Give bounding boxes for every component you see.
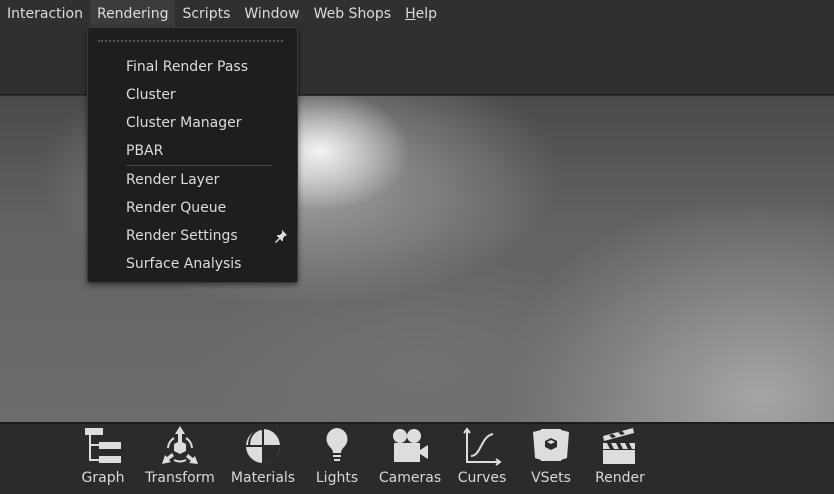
bottom-toolbar: Graph Transform Materials Lights Cameras…	[0, 422, 834, 494]
rendering-dropdown-menu: Final Render Pass Cluster Cluster Manage…	[87, 27, 298, 283]
menu-web-shops[interactable]: Web Shops	[307, 0, 398, 28]
menu-item-final-render-pass[interactable]: Final Render Pass	[126, 53, 286, 81]
tool-label: Transform	[145, 470, 215, 486]
tool-cameras[interactable]: Cameras	[370, 426, 450, 486]
menu-item-render-layer[interactable]: Render Layer	[126, 166, 286, 194]
lightbulb-icon	[326, 428, 348, 461]
tool-label: Render	[595, 470, 645, 486]
tear-off-handle[interactable]	[98, 40, 283, 42]
tool-lights[interactable]: Lights	[297, 426, 377, 486]
menu-interaction[interactable]: Interaction	[0, 0, 90, 28]
tool-label: VSets	[531, 470, 571, 486]
tool-label: Graph	[81, 470, 125, 486]
tool-transform[interactable]: Transform	[140, 426, 220, 486]
menu-item-render-queue[interactable]: Render Queue	[126, 194, 286, 222]
menu-item-cluster[interactable]: Cluster	[126, 81, 286, 109]
materials-icon	[246, 428, 280, 463]
vsets-icon	[533, 429, 569, 461]
tool-label: Materials	[230, 470, 296, 486]
menu-bar: Interaction Rendering Scripts Window Web…	[0, 0, 834, 28]
tool-label: Curves	[457, 470, 507, 486]
tool-label: Cameras	[378, 470, 442, 486]
tool-graph[interactable]: Graph	[63, 426, 143, 486]
tool-render[interactable]: Render	[580, 426, 660, 486]
transform-icon	[162, 426, 198, 464]
graph-icon	[85, 428, 121, 463]
tool-vsets[interactable]: VSets	[511, 426, 591, 486]
pin-icon[interactable]	[274, 229, 288, 243]
menu-item-surface-analysis[interactable]: Surface Analysis	[126, 250, 286, 278]
camera-icon	[393, 429, 428, 462]
menu-item-render-settings[interactable]: Render Settings	[126, 222, 286, 250]
menu-scripts[interactable]: Scripts	[175, 0, 237, 28]
menu-rendering[interactable]: Rendering	[89, 0, 176, 28]
curves-icon	[463, 427, 502, 466]
menu-item-pbar[interactable]: PBAR	[126, 137, 286, 165]
clapperboard-icon	[603, 428, 635, 464]
menu-help[interactable]: Help	[398, 0, 444, 28]
menu-window[interactable]: Window	[237, 0, 306, 28]
menu-item-cluster-manager[interactable]: Cluster Manager	[126, 109, 286, 137]
tool-materials[interactable]: Materials	[223, 426, 303, 486]
tool-curves[interactable]: Curves	[442, 426, 522, 486]
tool-label: Lights	[315, 470, 359, 486]
